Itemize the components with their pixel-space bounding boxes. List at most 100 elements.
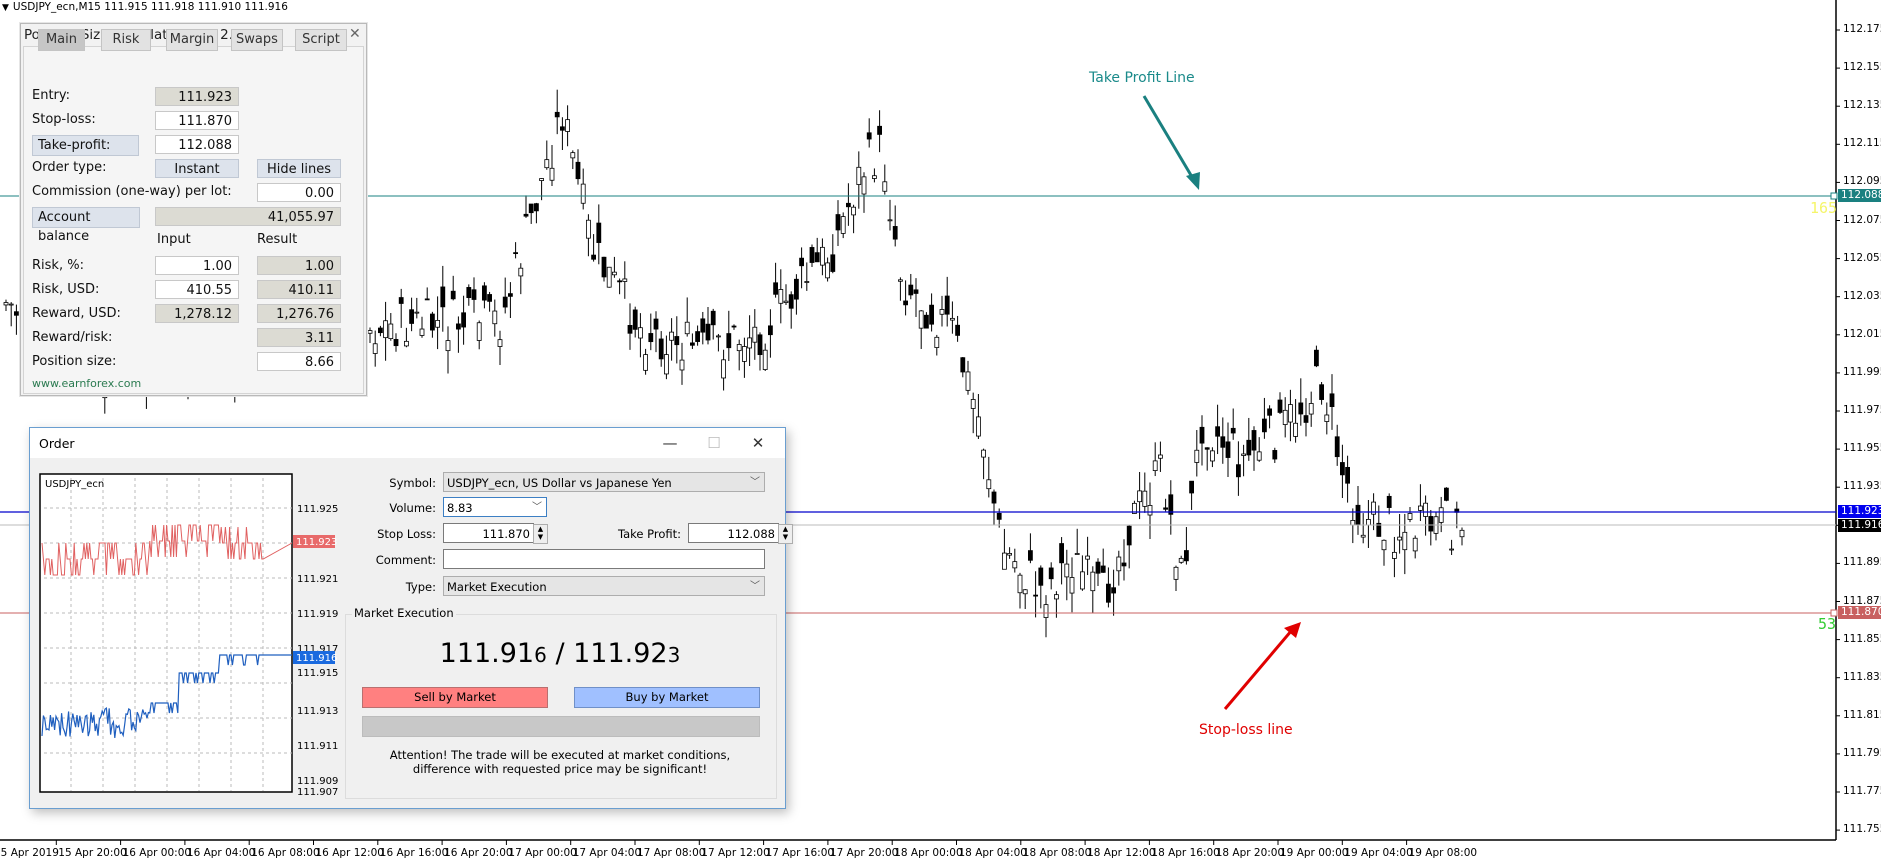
sl-pips-label: 53	[1818, 615, 1837, 633]
chevron-down-icon: ﹀	[750, 581, 760, 592]
candle-body	[1100, 565, 1106, 573]
candle-body	[1204, 447, 1210, 450]
mini-tick-chart: USDJPY_ecn 111.925111.921111.919111.9171…	[39, 473, 338, 795]
x-tick-label: 19 Apr 08:00	[1408, 847, 1478, 859]
risk-pct-input[interactable]: 1.00	[155, 256, 239, 275]
commission-input[interactable]: 0.00	[257, 183, 341, 202]
candle-body	[1033, 594, 1038, 597]
stop-loss-input[interactable]: 111.870	[155, 111, 239, 130]
candle-body	[570, 152, 576, 159]
result-column-header: Result	[257, 232, 298, 247]
candle-body	[3, 302, 9, 306]
psc-tab-main[interactable]: Main	[38, 29, 85, 51]
candle-body	[1438, 507, 1444, 523]
execution-warning: Attention! The trade will be executed at…	[389, 748, 731, 776]
stop-loss-input[interactable]: 111.870 ▲ ▼	[443, 523, 548, 544]
reward-risk-result: 3.11	[257, 328, 341, 347]
mini-y-tick-label: 111.907	[297, 787, 338, 795]
candle-body	[955, 324, 960, 336]
symbol-select[interactable]: USDJPY_ecn, US Dollar vs Japanese Yen ﹀	[443, 472, 765, 492]
candle-body	[726, 333, 732, 349]
y-tick-label: 112.015	[1843, 327, 1881, 340]
candle-body	[913, 289, 919, 294]
candle-body	[1147, 505, 1153, 516]
psc-tab-risk[interactable]: Risk	[101, 29, 151, 51]
y-tick-label: 112.175	[1843, 23, 1881, 35]
candle-body	[1043, 604, 1049, 618]
candle-body	[705, 323, 711, 341]
candle-body	[414, 311, 420, 314]
account-balance-button[interactable]: Account balance	[32, 207, 140, 244]
candle-body	[1324, 414, 1330, 422]
candle-body	[1002, 552, 1007, 570]
candle-body	[502, 296, 508, 308]
maximize-button[interactable]: ☐	[692, 430, 736, 456]
x-tick-label: 18 Apr 08:00	[1022, 847, 1092, 859]
stop-loss-spinner[interactable]: ▲ ▼	[533, 524, 548, 544]
candle-body	[1397, 536, 1402, 541]
hide-lines-button[interactable]: Hide lines	[257, 159, 341, 178]
candle-body	[991, 491, 997, 504]
sell-by-market-button[interactable]: Sell by Market	[362, 687, 548, 708]
candle-body	[861, 176, 867, 195]
candle-body	[788, 294, 794, 309]
candle-body	[466, 287, 472, 299]
psc-tab-swaps[interactable]: Swaps	[231, 29, 283, 51]
risk-usd-label: Risk, USD:	[32, 282, 100, 297]
collapse-triangle-icon[interactable]: ▼	[2, 3, 9, 13]
candle-body	[1298, 402, 1304, 415]
x-tick-label: 18 Apr 04:00	[958, 847, 1027, 859]
candle-body	[1048, 567, 1054, 580]
candle-body	[1178, 557, 1184, 563]
order-titlebar[interactable]: Order — ☐ ✕	[30, 428, 785, 458]
candle-body	[762, 349, 768, 370]
type-select[interactable]: Market Execution ﹀	[443, 576, 765, 596]
candle-body	[752, 326, 758, 343]
risk-usd-input[interactable]: 410.55	[155, 280, 239, 299]
chevron-down-icon: ﹀	[532, 502, 542, 513]
x-tick-label: 16 Apr 00:00	[122, 847, 192, 859]
candle-body	[924, 314, 929, 329]
execution-progress-bar	[362, 716, 760, 737]
x-tick-label: 17 Apr 04:00	[572, 847, 642, 859]
volume-label: Volume:	[389, 501, 436, 515]
candle-body	[809, 247, 815, 263]
candle-body	[1080, 571, 1085, 590]
psc-tab-script[interactable]: Script	[295, 29, 347, 51]
candle-body	[1262, 418, 1267, 433]
sl-price-tag: 111.870	[1838, 606, 1881, 619]
candle-body	[669, 331, 674, 341]
candle-body	[934, 336, 940, 348]
take-profit-input[interactable]: 112.088	[155, 135, 239, 154]
psc-tab-margin[interactable]: Margin	[166, 29, 218, 51]
mini-y-tick-label: 111.921	[297, 574, 338, 585]
candle-body	[1095, 561, 1101, 574]
take-profit-button[interactable]: Take-profit:	[32, 135, 139, 156]
candle-body	[1345, 466, 1350, 484]
candle-body	[664, 354, 669, 375]
psc-close-button[interactable]: ✕	[349, 26, 361, 42]
candle-body	[1251, 430, 1257, 451]
candle-body	[1355, 504, 1361, 526]
buy-by-market-button[interactable]: Buy by Market	[574, 687, 760, 708]
earnforex-link[interactable]: www.earnforex.com	[32, 377, 141, 390]
candle-body	[731, 325, 737, 328]
stop-loss-label: Stop Loss:	[377, 527, 436, 541]
candle-body	[866, 132, 872, 140]
minimize-button[interactable]: —	[648, 430, 692, 456]
order-type-button[interactable]: Instant	[155, 159, 239, 178]
mini-bid-tag: 111.916	[296, 653, 337, 664]
x-tick-label: 17 Apr 20:00	[829, 847, 899, 859]
mini-y-tick-label: 111.909	[297, 776, 338, 787]
candle-body	[367, 330, 373, 334]
volume-combobox[interactable]: 8.83 ﹀	[443, 497, 547, 517]
comment-input[interactable]	[443, 549, 765, 569]
take-profit-input[interactable]: 112.088 ▲ ▼	[688, 523, 793, 544]
close-button[interactable]: ✕	[736, 430, 780, 456]
candle-body	[1142, 490, 1148, 507]
candle-body	[1069, 577, 1075, 594]
take-profit-spinner[interactable]: ▲ ▼	[778, 524, 793, 544]
candle-body	[1444, 487, 1449, 501]
commission-label: Commission (one-way) per lot:	[32, 184, 232, 199]
candle-body	[1381, 539, 1387, 551]
